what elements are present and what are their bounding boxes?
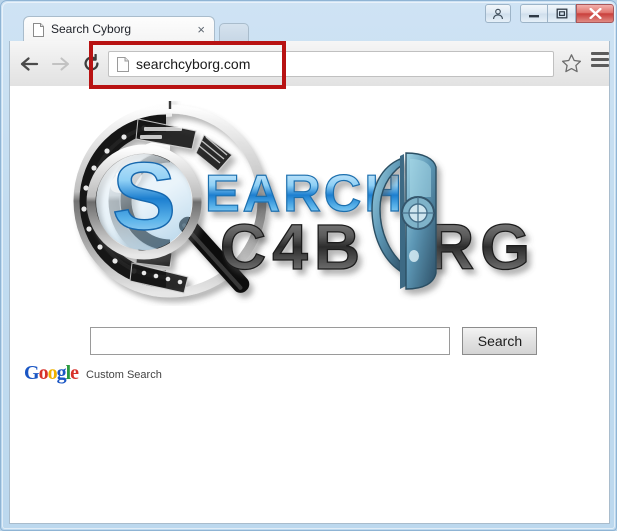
close-button[interactable] [576,4,614,23]
bookmark-star-button[interactable] [561,53,582,79]
person-icon [493,8,503,19]
new-tab-button[interactable] [219,23,249,43]
window-controls [485,4,614,24]
back-arrow-icon [20,56,38,71]
logo-letter-s: S [112,143,176,250]
custom-search-form: Search [90,327,538,355]
google-custom-search-branding: Google Custom Search [24,362,162,384]
reload-button[interactable] [77,50,105,77]
page-icon [33,23,44,37]
chrome-menu-button[interactable] [591,52,609,70]
address-bar[interactable]: searchcyborg.com [108,51,554,77]
site-logo: S EARCH C4B RG [73,101,536,298]
forward-button[interactable] [46,50,74,77]
logo-word-cyborg: C4B [220,211,366,283]
hamburger-menu-icon-bar2 [591,58,609,61]
user-account-button[interactable] [485,4,511,23]
minimize-icon [529,14,539,17]
google-logo: Google [24,362,79,384]
hamburger-menu-icon-bar3 [591,64,609,67]
custom-search-label: Custom Search [86,369,162,381]
maximize-icon [556,8,567,19]
logo-word-cyborg-tail: RG [428,211,536,283]
hamburger-menu-icon [591,52,609,55]
maximize-button[interactable] [548,4,576,23]
search-input[interactable] [90,327,450,355]
minimize-button[interactable] [520,4,548,23]
browser-window: Search Cyborg × searchcyborg.com S EARCH… [0,0,617,531]
reload-icon [83,54,99,71]
back-button[interactable] [15,50,43,77]
close-icon [588,8,602,19]
browser-toolbar: searchcyborg.com [9,41,610,86]
browser-tab[interactable]: Search Cyborg × [23,16,215,43]
title-bar: Search Cyborg × [1,1,617,43]
tab-close-icon[interactable]: × [197,22,205,37]
page-content: S EARCH C4B RG Search Google Custom Sear… [9,86,610,524]
tab-title: Search Cyborg [51,22,132,36]
search-button[interactable]: Search [462,327,538,355]
address-bar-text: searchcyborg.com [136,56,251,72]
star-icon [561,54,582,73]
forward-arrow-icon [51,56,69,71]
page-icon [117,57,129,72]
